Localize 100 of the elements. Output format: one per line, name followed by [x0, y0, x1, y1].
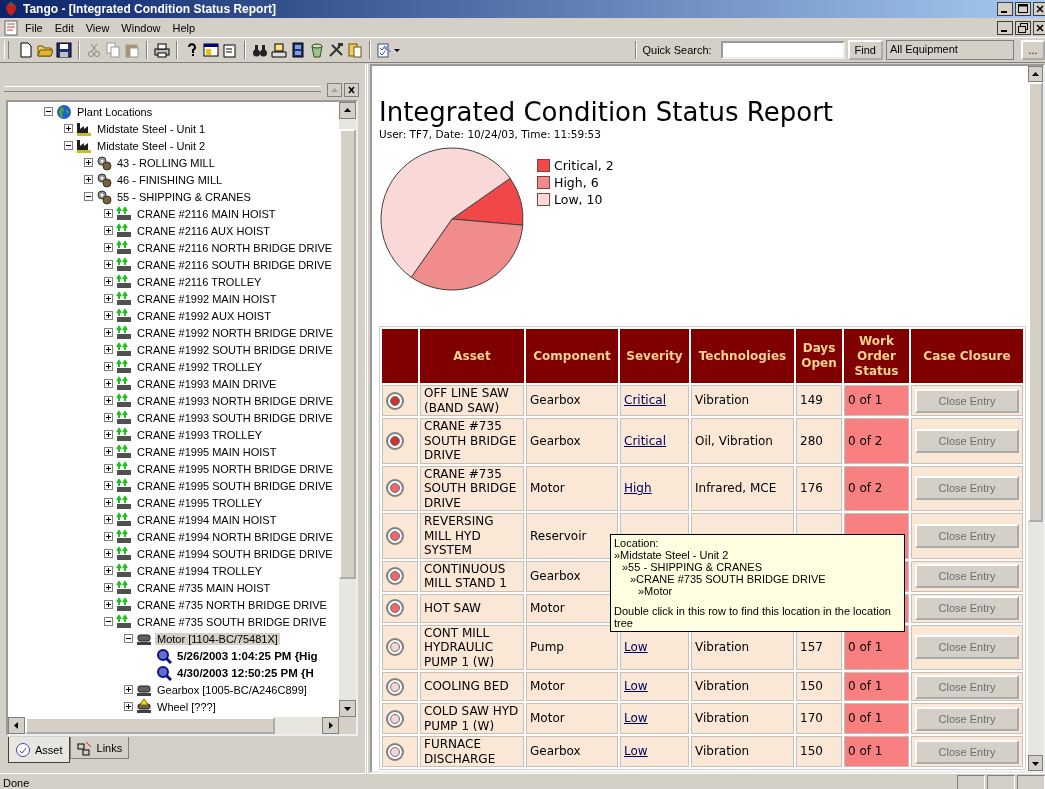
tray-icon[interactable] — [271, 42, 287, 58]
hammer-wrench-icon[interactable] — [328, 42, 344, 58]
tree-item[interactable]: CRANE #2116 AUX HOIST — [135, 224, 273, 237]
expand-icon[interactable] — [104, 532, 113, 541]
clipboard-icon[interactable] — [124, 42, 140, 58]
checklist-icon[interactable] — [377, 42, 393, 58]
expand-icon[interactable] — [104, 362, 113, 371]
scrollbar[interactable] — [1028, 66, 1043, 771]
expand-icon[interactable] — [124, 685, 133, 694]
expand-icon[interactable] — [104, 345, 113, 354]
tree-item[interactable]: CRANE #1993 TROLLEY — [135, 428, 265, 441]
expand-icon[interactable] — [104, 481, 113, 490]
film-icon[interactable] — [290, 42, 306, 58]
expand-icon[interactable] — [104, 226, 113, 235]
tree-item[interactable]: CRANE #735 MAIN HOIST — [135, 581, 273, 594]
close-icon[interactable] — [1033, 2, 1045, 16]
menu-item[interactable]: Help — [166, 20, 202, 35]
expand-icon[interactable] — [84, 158, 93, 167]
expand-icon[interactable] — [104, 379, 113, 388]
tree-item[interactable]: Gearbox [1005-BC/A246C899] — [155, 683, 309, 696]
collapse-icon[interactable] — [64, 141, 73, 150]
expand-icon[interactable] — [124, 702, 133, 711]
tree-item[interactable]: 4/30/2003 12:50:25 PM {H — [175, 666, 316, 679]
collapse-icon[interactable] — [84, 192, 93, 201]
tree-item[interactable]: 43 - ROLLING MILL — [115, 156, 217, 169]
tab[interactable]: Asset — [8, 737, 70, 763]
expand-icon[interactable] — [104, 566, 113, 575]
restore-icon[interactable] — [1015, 20, 1031, 35]
tree-item[interactable]: CRANE #1995 NORTH BRIDGE DRIVE — [135, 462, 336, 475]
close-icon[interactable] — [344, 83, 359, 97]
expand-icon[interactable] — [104, 447, 113, 456]
tree-item[interactable]: Motor [1104-BC/75481X] — [155, 632, 280, 645]
collapse-icon[interactable] — [44, 107, 53, 116]
collapse-icon[interactable] — [124, 634, 133, 643]
tree-item[interactable]: 5/26/2003 1:04:25 PM {Hig — [175, 649, 320, 662]
browse-button[interactable]: ... — [1021, 40, 1045, 60]
tree-item[interactable]: CRANE #1995 MAIN HOIST — [135, 445, 279, 458]
minimize-icon[interactable] — [997, 2, 1013, 16]
tree-item[interactable]: CRANE #1992 NORTH BRIDGE DRIVE — [135, 326, 336, 339]
scrollbar[interactable] — [339, 102, 356, 717]
scroll-down-icon[interactable] — [339, 700, 356, 717]
tree-item[interactable]: Midstate Steel - Unit 1 — [95, 122, 208, 135]
tree-item[interactable]: CRANE #735 NORTH BRIDGE DRIVE — [135, 598, 329, 611]
binoculars-icon[interactable] — [252, 42, 268, 58]
expand-icon[interactable] — [104, 396, 113, 405]
expand-icon[interactable] — [104, 413, 113, 422]
scrollbar[interactable] — [8, 717, 339, 734]
expand-icon[interactable] — [104, 328, 113, 337]
menu-item[interactable]: View — [79, 20, 116, 35]
quick-search-field[interactable] — [720, 41, 845, 59]
find-button[interactable]: Find — [847, 40, 883, 60]
scroll-up-icon[interactable] — [339, 102, 356, 119]
scope-field[interactable]: All Equipment — [886, 40, 1014, 60]
tree-item[interactable]: CRANE #1994 MAIN HOIST — [135, 513, 279, 526]
tree-item[interactable]: CRANE #1992 AUX HOIST — [135, 309, 273, 322]
tab[interactable]: Links — [69, 737, 130, 759]
expand-icon[interactable] — [64, 124, 73, 133]
expand-icon[interactable] — [104, 600, 113, 609]
expand-icon[interactable] — [104, 549, 113, 558]
tree-item[interactable]: Wheel [???] — [155, 700, 218, 713]
tree-item[interactable]: Midstate Steel - Unit 2 — [95, 139, 208, 152]
scroll-thumb[interactable] — [339, 129, 356, 579]
menu-item[interactable]: Edit — [48, 20, 80, 35]
expand-icon[interactable] — [104, 583, 113, 592]
scroll-down-icon[interactable] — [1028, 755, 1043, 771]
tree-item[interactable]: CRANE #1995 TROLLEY — [135, 496, 265, 509]
tree-item[interactable]: CRANE #1992 MAIN HOIST — [135, 292, 279, 305]
scroll-up-icon[interactable] — [1028, 66, 1043, 82]
expand-icon[interactable] — [104, 260, 113, 269]
caret-icon[interactable] — [394, 48, 400, 52]
tree-item[interactable]: CRANE #1995 SOUTH BRIDGE DRIVE — [135, 479, 335, 492]
expand-icon[interactable] — [104, 243, 113, 252]
printer-icon[interactable] — [154, 42, 170, 58]
collapse-icon[interactable] — [104, 617, 113, 626]
open-folder-icon[interactable] — [37, 42, 53, 58]
tree-item[interactable]: CRANE #2116 SOUTH BRIDGE DRIVE — [135, 258, 334, 271]
menu-item[interactable]: Window — [115, 20, 167, 35]
expand-icon[interactable] — [104, 515, 113, 524]
expand-icon[interactable] — [84, 175, 93, 184]
tree-item[interactable]: CRANE #1994 NORTH BRIDGE DRIVE — [135, 530, 336, 543]
tree-item[interactable]: CRANE #1993 SOUTH BRIDGE DRIVE — [135, 411, 335, 424]
save-icon[interactable] — [56, 42, 72, 58]
scroll-thumb[interactable] — [25, 717, 275, 734]
tree-item[interactable]: 46 - FINISHING MILL — [115, 173, 225, 186]
property-sheet-icon[interactable] — [222, 42, 238, 58]
tree-item[interactable]: Plant Locations — [75, 105, 155, 118]
bucket-icon[interactable] — [309, 42, 325, 58]
close-icon[interactable] — [1033, 20, 1045, 35]
panel-icon[interactable] — [203, 42, 219, 58]
new-document-icon[interactable] — [18, 42, 34, 58]
expand-icon[interactable] — [104, 430, 113, 439]
minimize-icon[interactable] — [997, 20, 1013, 35]
scroll-right-icon[interactable] — [322, 717, 339, 734]
tree-item[interactable]: CRANE #2116 TROLLEY — [135, 275, 264, 288]
tree-item[interactable]: CRANE #1994 SOUTH BRIDGE DRIVE — [135, 547, 335, 560]
tree-item[interactable]: CRANE #1993 NORTH BRIDGE DRIVE — [135, 394, 336, 407]
folder-page-icon[interactable] — [347, 42, 363, 58]
tree-item[interactable]: CRANE #1994 TROLLEY — [135, 564, 265, 577]
tree-item[interactable]: 55 - SHIPPING & CRANES — [115, 190, 253, 203]
scroll-thumb[interactable] — [1028, 82, 1043, 522]
